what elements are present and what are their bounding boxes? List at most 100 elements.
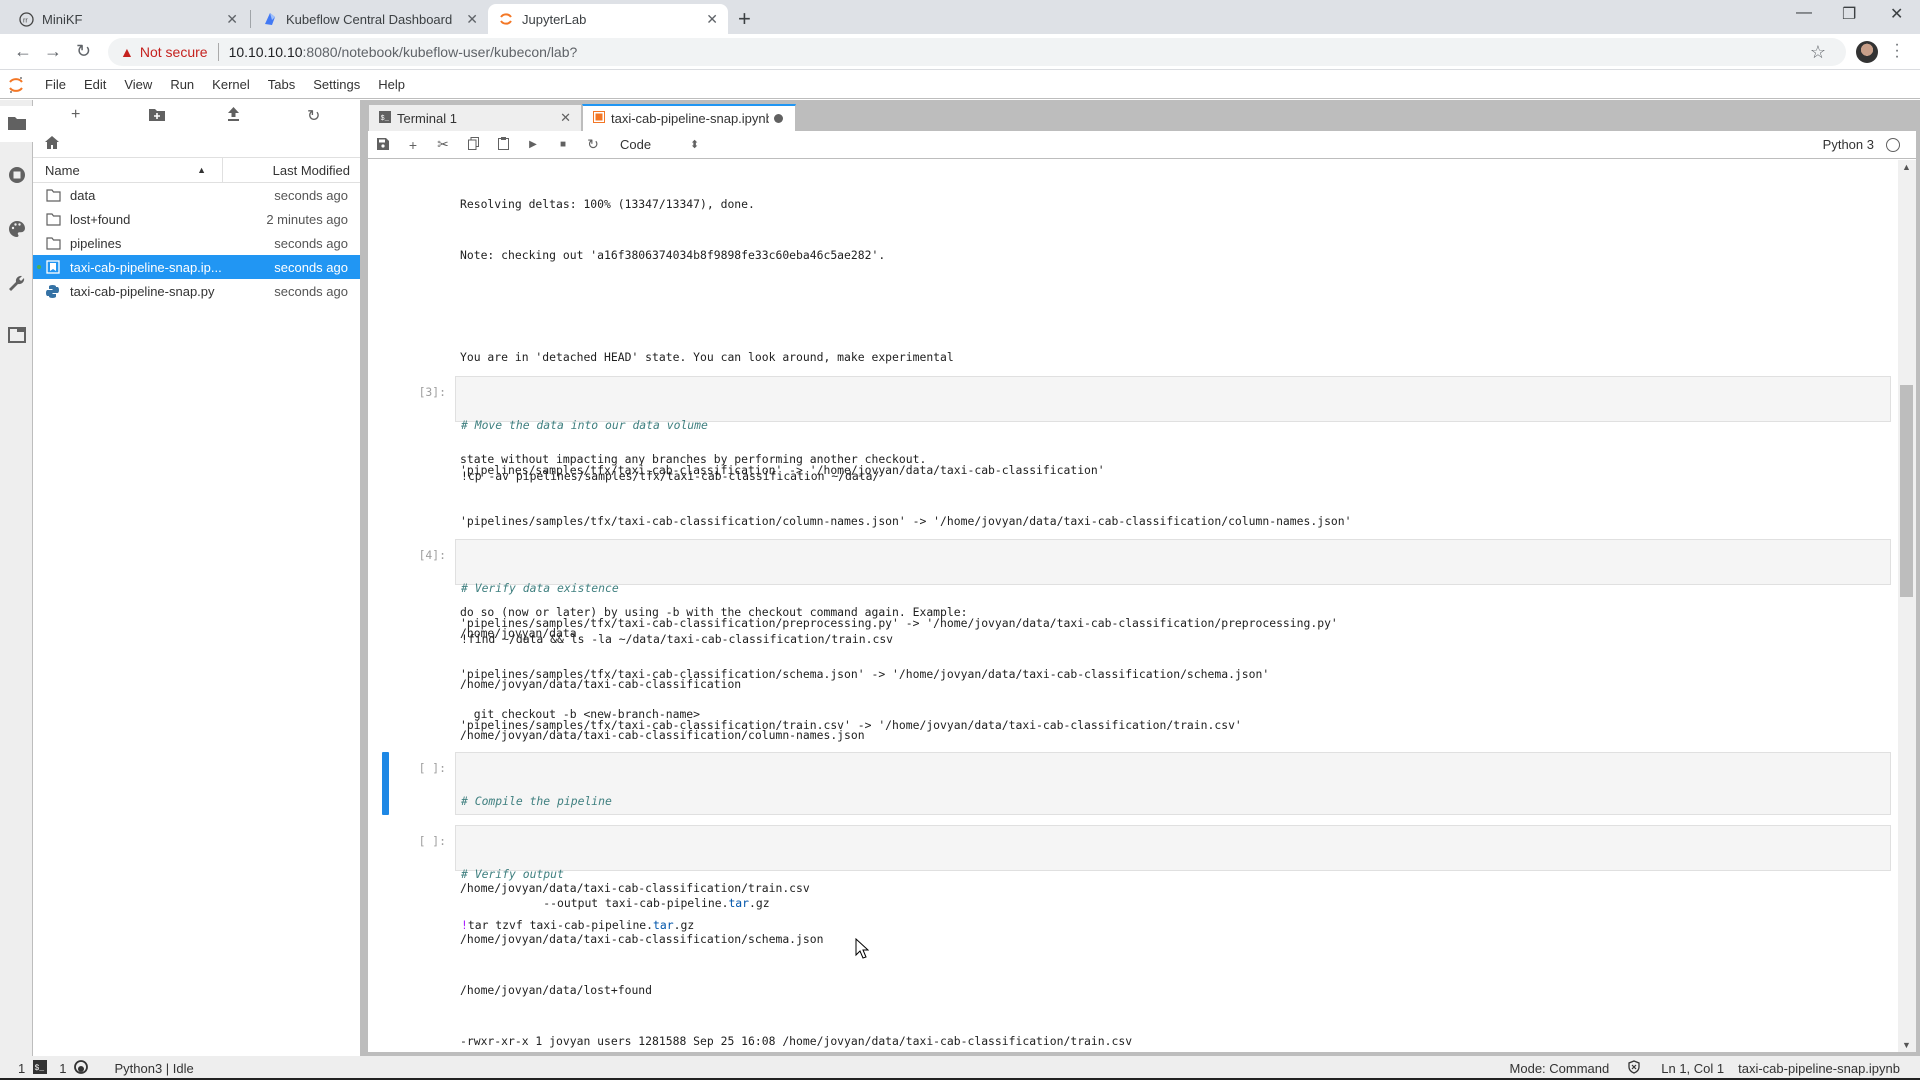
file-item-notebook[interactable]: taxi-cab-pipeline-snap.ip... seconds ago <box>33 255 360 279</box>
terminal-icon: $_ <box>33 1059 48 1077</box>
file-item-python[interactable]: taxi-cab-pipeline-snap.py seconds ago <box>33 279 360 303</box>
file-browser-tab[interactable] <box>0 106 34 142</box>
bookmark-star-icon[interactable]: ☆ <box>1810 42 1826 63</box>
stop-circle-icon <box>8 166 26 187</box>
notebook-cells: Resolving deltas: 100% (13347/13347), do… <box>368 160 1898 1052</box>
tab-terminal-1[interactable]: $_ Terminal 1 ✕ <box>368 104 582 131</box>
menu-view[interactable]: View <box>115 77 161 92</box>
notebook-scrollbar[interactable]: ▲ ▼ <box>1898 160 1916 1052</box>
url-path: :8080/notebook/kubeflow-user/kubecon/lab… <box>302 44 578 60</box>
current-filename: taxi-cab-pipeline-snap.ipynb <box>1738 1060 1900 1076</box>
file-name: pipelines <box>70 235 122 251</box>
kernels-count[interactable]: 1 <box>59 1061 66 1076</box>
close-icon[interactable]: ✕ <box>226 11 238 28</box>
code-cell-input[interactable]: # Verify output !tar tzvf taxi-cab-pipel… <box>455 825 1891 932</box>
file-modified: seconds ago <box>274 283 348 299</box>
close-icon[interactable]: ✕ <box>466 11 478 28</box>
scrollbar-thumb[interactable] <box>1900 385 1913 597</box>
kernel-name[interactable]: Python 3 <box>1823 137 1874 152</box>
file-list-header: Name ▲ Last Modified <box>33 157 360 183</box>
menu-file[interactable]: File <box>36 77 75 92</box>
scroll-down-icon[interactable]: ▼ <box>1902 1040 1911 1050</box>
security-label[interactable]: Not secure <box>140 44 208 60</box>
back-button[interactable]: ← <box>14 41 32 62</box>
unsaved-indicator-icon[interactable] <box>774 114 783 123</box>
cut-button[interactable]: ✂ <box>428 136 458 153</box>
left-sidebar <box>0 100 34 1056</box>
new-tab-button[interactable]: + <box>738 6 751 32</box>
python-file-icon <box>46 284 62 298</box>
close-icon[interactable]: ✕ <box>706 11 718 28</box>
copy-button[interactable] <box>458 136 488 153</box>
restart-kernel-button[interactable]: ↻ <box>578 136 608 153</box>
menu-tabs[interactable]: Tabs <box>259 77 304 92</box>
sort-by-name[interactable]: Name ▲ <box>33 158 223 182</box>
reload-button[interactable]: ↻ <box>76 41 91 62</box>
notebook-icon <box>46 260 62 274</box>
minimize-button[interactable]: — <box>1796 4 1812 22</box>
code-token: .gz <box>673 918 695 932</box>
stop-button[interactable]: ■ <box>548 139 578 150</box>
sort-by-modified[interactable]: Last Modified <box>223 163 360 178</box>
new-launcher-button[interactable]: + <box>71 106 80 124</box>
warning-icon: ▲ <box>120 44 134 60</box>
file-item-lost-found[interactable]: lost+found 2 minutes ago <box>33 207 360 231</box>
theme-tab[interactable] <box>0 212 33 248</box>
code-comment: # Compile the pipeline <box>461 794 612 808</box>
menu-kernel[interactable]: Kernel <box>203 77 259 92</box>
tabs-tab[interactable] <box>0 318 33 354</box>
paste-button[interactable] <box>488 136 518 153</box>
file-item-pipelines[interactable]: pipelines seconds ago <box>33 231 360 255</box>
profile-avatar[interactable] <box>1856 41 1878 63</box>
jupyter-logo-icon <box>0 71 32 99</box>
kernel-idle-indicator-icon <box>1886 138 1900 152</box>
cursor-position[interactable]: Ln 1, Col 1 <box>1661 1061 1724 1076</box>
save-button[interactable] <box>368 137 398 153</box>
forward-button[interactable]: → <box>44 41 62 62</box>
svg-text:$_: $_ <box>35 1064 45 1073</box>
notebook-panel: + ✂ ▶ ■ ↻ Code ⬍ Python 3 Resolving delt… <box>368 131 1916 1052</box>
folder-icon <box>46 188 62 202</box>
window-icon <box>7 326 26 346</box>
refresh-button[interactable]: ↻ <box>307 106 320 126</box>
trusted-shield-icon[interactable] <box>1627 1059 1641 1077</box>
editor-mode: Mode: Command <box>1509 1060 1610 1076</box>
file-name: data <box>70 187 96 203</box>
menu-edit[interactable]: Edit <box>75 77 115 92</box>
restore-button[interactable]: ❐ <box>1842 4 1856 24</box>
home-icon[interactable] <box>45 136 59 152</box>
code-cell-input[interactable]: # Move the data into our data volume !cp… <box>455 376 1891 483</box>
run-button[interactable]: ▶ <box>518 139 548 150</box>
upload-button[interactable] <box>227 107 240 126</box>
cell-type-select[interactable]: Code <box>620 137 680 152</box>
tools-tab[interactable] <box>0 266 33 302</box>
code-cell-input-active[interactable]: # Compile the pipeline !dsl-compile --py… <box>455 752 1891 910</box>
url-input[interactable]: ▲ Not secure 10.10.10.10:8080/notebook/k… <box>108 38 1846 66</box>
close-icon[interactable]: ✕ <box>560 110 571 126</box>
kernel-status[interactable]: Python3 | Idle <box>114 1061 193 1076</box>
output-line: 'pipelines/samples/tfx/taxi-cab-classifi… <box>460 463 1105 477</box>
code-line: !tar tzvf taxi-cab-pipeline.tar.gz <box>461 918 695 932</box>
select-arrows-icon[interactable]: ⬍ <box>690 138 699 151</box>
notebook-toolbar: + ✂ ▶ ■ ↻ Code ⬍ Python 3 <box>368 131 1916 159</box>
file-item-data[interactable]: data seconds ago <box>33 183 360 207</box>
browser-tab-kubeflow[interactable]: Kubeflow Central Dashboard ✕ <box>252 4 488 34</box>
menu-settings[interactable]: Settings <box>304 77 369 92</box>
menu-help[interactable]: Help <box>369 77 414 92</box>
terminals-count[interactable]: 1 <box>18 1061 25 1076</box>
code-comment: # Verify output <box>461 867 564 881</box>
scroll-up-icon[interactable]: ▲ <box>1902 162 1911 172</box>
close-window-button[interactable]: ✕ <box>1890 4 1903 24</box>
running-sessions-tab[interactable] <box>0 158 33 194</box>
new-folder-button[interactable] <box>149 108 165 126</box>
menu-run[interactable]: Run <box>161 77 203 92</box>
browser-tab-minikf[interactable]: rr MiniKF ✕ <box>8 4 248 34</box>
browser-menu-icon[interactable]: · · · <box>1894 37 1900 65</box>
browser-tab-jupyterlab[interactable]: JupyterLab ✕ <box>488 4 728 34</box>
code-cell-input[interactable]: # Verify data existence !find ~/data && … <box>455 539 1891 646</box>
file-modified: seconds ago <box>274 235 348 251</box>
insert-cell-button[interactable]: + <box>398 137 428 153</box>
tab-notebook[interactable]: taxi-cab-pipeline-snap.ipynb <box>582 104 796 131</box>
menu-bar: File Edit View Run Kernel Tabs Settings … <box>0 71 1920 99</box>
